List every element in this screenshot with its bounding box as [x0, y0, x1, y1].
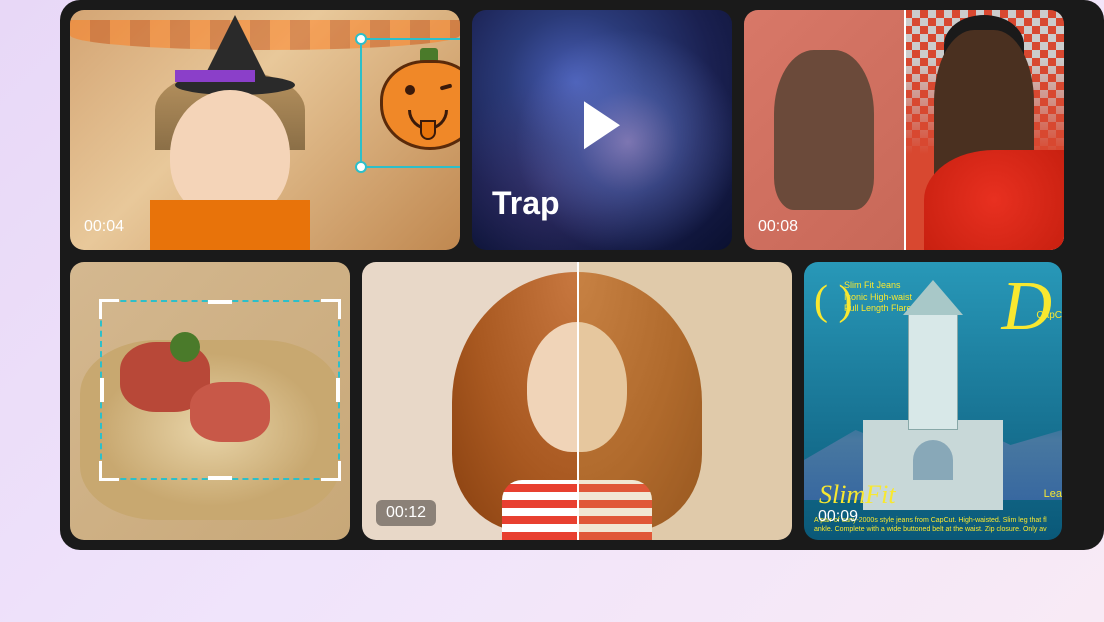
red-feather-garment	[924, 150, 1064, 250]
crop-corner-bottom-left[interactable]	[99, 461, 119, 481]
crop-corner-bottom-right[interactable]	[321, 461, 341, 481]
timestamp: 00:08	[758, 218, 798, 236]
crop-bounding-box[interactable]	[100, 300, 340, 480]
tile-background-removal[interactable]: 00:08	[744, 10, 1064, 250]
church-window	[913, 440, 953, 480]
poster-cta: Lea	[1044, 488, 1062, 500]
church-tower	[908, 310, 958, 430]
play-icon[interactable]	[584, 101, 620, 149]
poster-brand: CapC	[1036, 310, 1062, 321]
crop-edge-right[interactable]	[336, 378, 340, 402]
crop-edge-bottom[interactable]	[208, 476, 232, 480]
selection-bounding-box[interactable]	[360, 38, 460, 168]
tile-portrait-filter[interactable]: 00:12	[362, 262, 792, 540]
timestamp: 00:09	[818, 508, 858, 526]
crop-edge-top[interactable]	[208, 300, 232, 304]
resize-handle-bottom-left[interactable]	[355, 161, 367, 173]
timestamp: 00:12	[376, 500, 436, 526]
comparison-divider[interactable]	[577, 262, 579, 540]
crop-corner-top-right[interactable]	[321, 299, 341, 319]
compare-after-transparent	[904, 10, 1064, 250]
child-shirt	[150, 200, 310, 250]
trap-label: Trap	[492, 185, 560, 222]
crop-corner-top-left[interactable]	[99, 299, 119, 319]
timestamp: 00:04	[84, 218, 124, 236]
tile-trap-audio[interactable]: Trap	[472, 10, 732, 250]
model-figure-left	[774, 50, 874, 210]
tile-halloween-sticker[interactable]: 00:04	[70, 10, 460, 250]
tile-food-crop[interactable]	[70, 262, 350, 540]
crop-edge-left[interactable]	[100, 378, 104, 402]
compare-before	[744, 10, 904, 250]
poster-letter: D	[1001, 267, 1052, 347]
comparison-divider[interactable]	[904, 10, 906, 250]
hat-band	[175, 70, 255, 82]
poster-title: SlimFit	[819, 480, 896, 510]
church-roof	[903, 280, 963, 315]
tile-poster-design[interactable]: ( ) Slim Fit Jeans Iconic High-waist Ful…	[804, 262, 1062, 540]
media-gallery: 00:04 Trap 00:08	[60, 0, 1104, 550]
resize-handle-top-left[interactable]	[355, 33, 367, 45]
filter-overlay	[577, 262, 792, 540]
